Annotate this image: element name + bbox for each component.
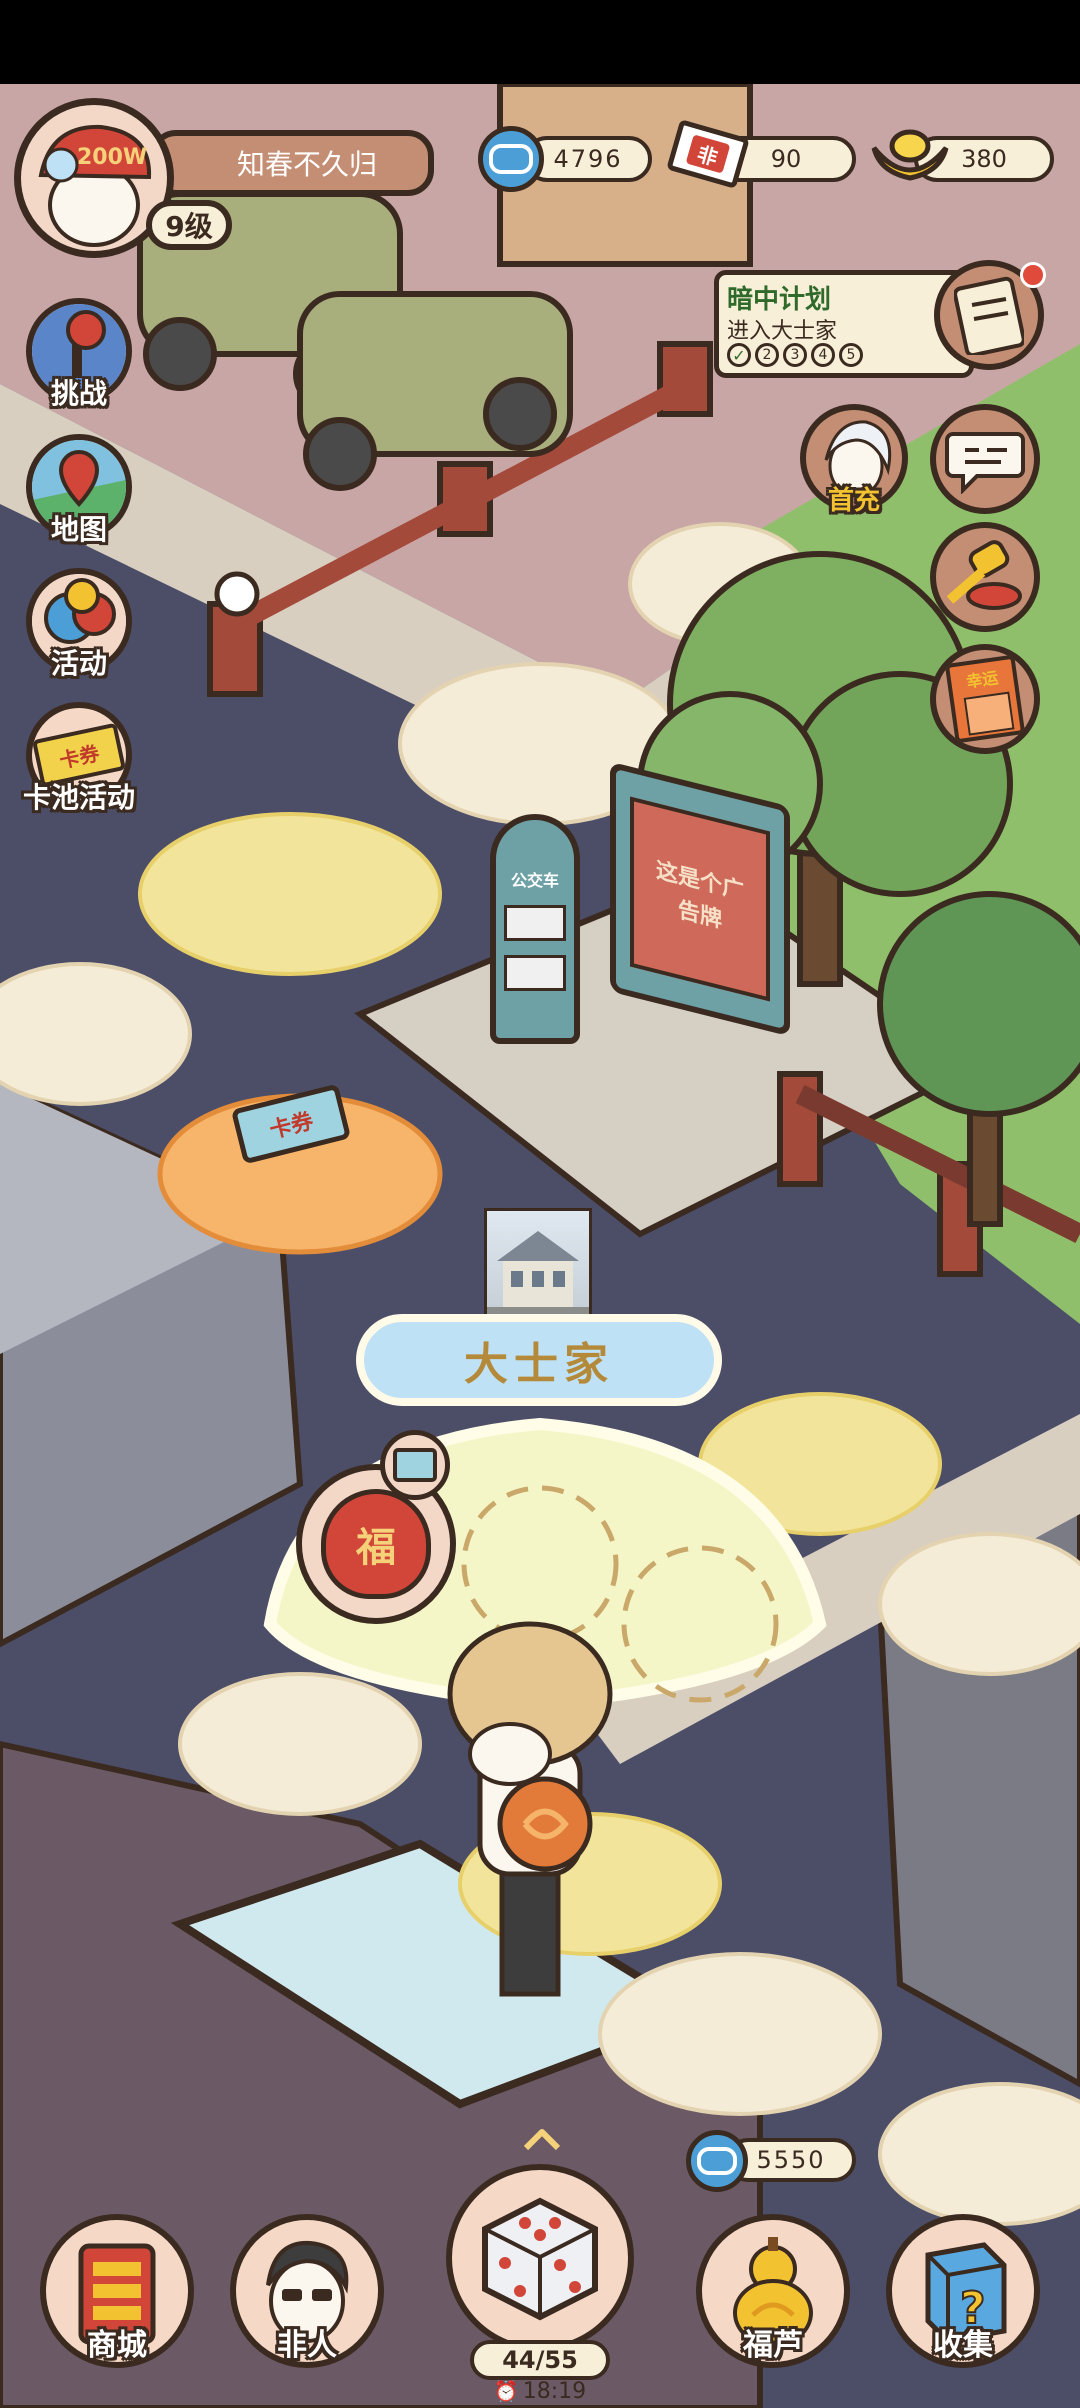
player-name-bar[interactable]: 知春不久归 <box>150 130 434 196</box>
location-name: 大士家 <box>464 1339 614 1390</box>
bus-stop-panel <box>504 955 566 991</box>
challenge-label: 挑战 <box>50 377 107 410</box>
avatar-image <box>38 124 152 247</box>
chevron-up-icon[interactable] <box>522 2124 562 2154</box>
quest-step: 3 <box>783 343 807 367</box>
game-scene[interactable]: 公交车 这是个广告牌 卡券 大士家 福 知春不久归 200W 9级 4796 9… <box>0 84 1080 2408</box>
collection-label: 收集 <box>933 2328 993 2363</box>
map-ticket-text: 卡券 <box>267 1108 316 1144</box>
location-photo <box>484 1208 592 1326</box>
chat-button[interactable] <box>930 404 1040 514</box>
auction-button[interactable] <box>930 522 1040 632</box>
roll-dice-button[interactable] <box>446 2164 634 2352</box>
house-icon <box>487 1231 589 1323</box>
quest-step: 2 <box>755 343 779 367</box>
quest-step: 4 <box>811 343 835 367</box>
dice-timer-value: 18:19 <box>522 2378 587 2404</box>
tv-icon <box>380 1430 450 1500</box>
notification-dot <box>1020 262 1046 288</box>
status-bar <box>0 0 1080 84</box>
lucky-button[interactable]: 幸运 <box>930 644 1040 754</box>
lucky-label: 幸运 <box>965 668 1000 692</box>
player-name: 知春不久归 <box>236 148 377 181</box>
card-ticket-icon-text: 卡券 <box>57 740 102 773</box>
card-pool-label: 卡池活动 <box>22 781 135 814</box>
activity-label: 活动 <box>50 647 107 680</box>
chat-bubble-icon <box>945 432 1025 494</box>
shop-label: 商城 <box>87 2328 147 2363</box>
bus-stop-sign: 公交车 <box>490 814 580 1044</box>
currency-ticket-value: 90 <box>770 145 802 173</box>
bus-stop-sign-text: 公交车 <box>510 871 559 890</box>
avatar-badge: 200W <box>77 145 148 170</box>
quest-step: 5 <box>839 343 863 367</box>
quest-step-check-icon: ✓ <box>727 343 751 367</box>
dice-icon <box>482 2197 598 2321</box>
quest-subtitle: 进入大士家 <box>727 319 838 344</box>
dice-count: 44/55 <box>502 2346 578 2374</box>
billboard: 这是个广告牌 <box>610 761 790 1037</box>
currency-gold-value: 380 <box>961 145 1007 173</box>
fortune-bag-text: 福 <box>356 1525 396 1571</box>
player-level: 9级 <box>165 210 213 243</box>
ticket-badge: 非 <box>694 141 721 170</box>
dice-timer: ⏰ 18:19 <box>480 2374 600 2408</box>
player-character[interactable] <box>440 1614 620 2034</box>
cloud-coin-icon <box>686 2130 748 2192</box>
clipboard-icon <box>954 276 1024 355</box>
gourd-label: 福芦 <box>743 2328 803 2363</box>
currency-cloud-value: 4796 <box>553 145 623 173</box>
cloud-coin-icon <box>478 126 544 192</box>
quest-title: 暗中计划 <box>727 285 832 315</box>
lucky-ticket-icon: 幸运 <box>944 654 1026 744</box>
first-charge-label: 首充 <box>827 486 880 516</box>
alarm-clock-icon: ⏰ <box>493 2379 519 2403</box>
characters-label: 非人 <box>277 2328 337 2363</box>
quest-steps: ✓ 2 3 4 5 <box>727 343 863 367</box>
gourd-cost-value: 5550 <box>756 2146 826 2174</box>
player-level-badge: 9级 <box>146 200 232 250</box>
gavel-icon <box>946 540 1022 610</box>
location-name-label[interactable]: 大士家 <box>356 1314 722 1406</box>
map-label: 地图 <box>50 513 107 546</box>
billboard-text: 这是个广告牌 <box>655 858 744 934</box>
gold-ingot-icon <box>871 129 949 181</box>
bus-stop-panel <box>504 905 566 941</box>
